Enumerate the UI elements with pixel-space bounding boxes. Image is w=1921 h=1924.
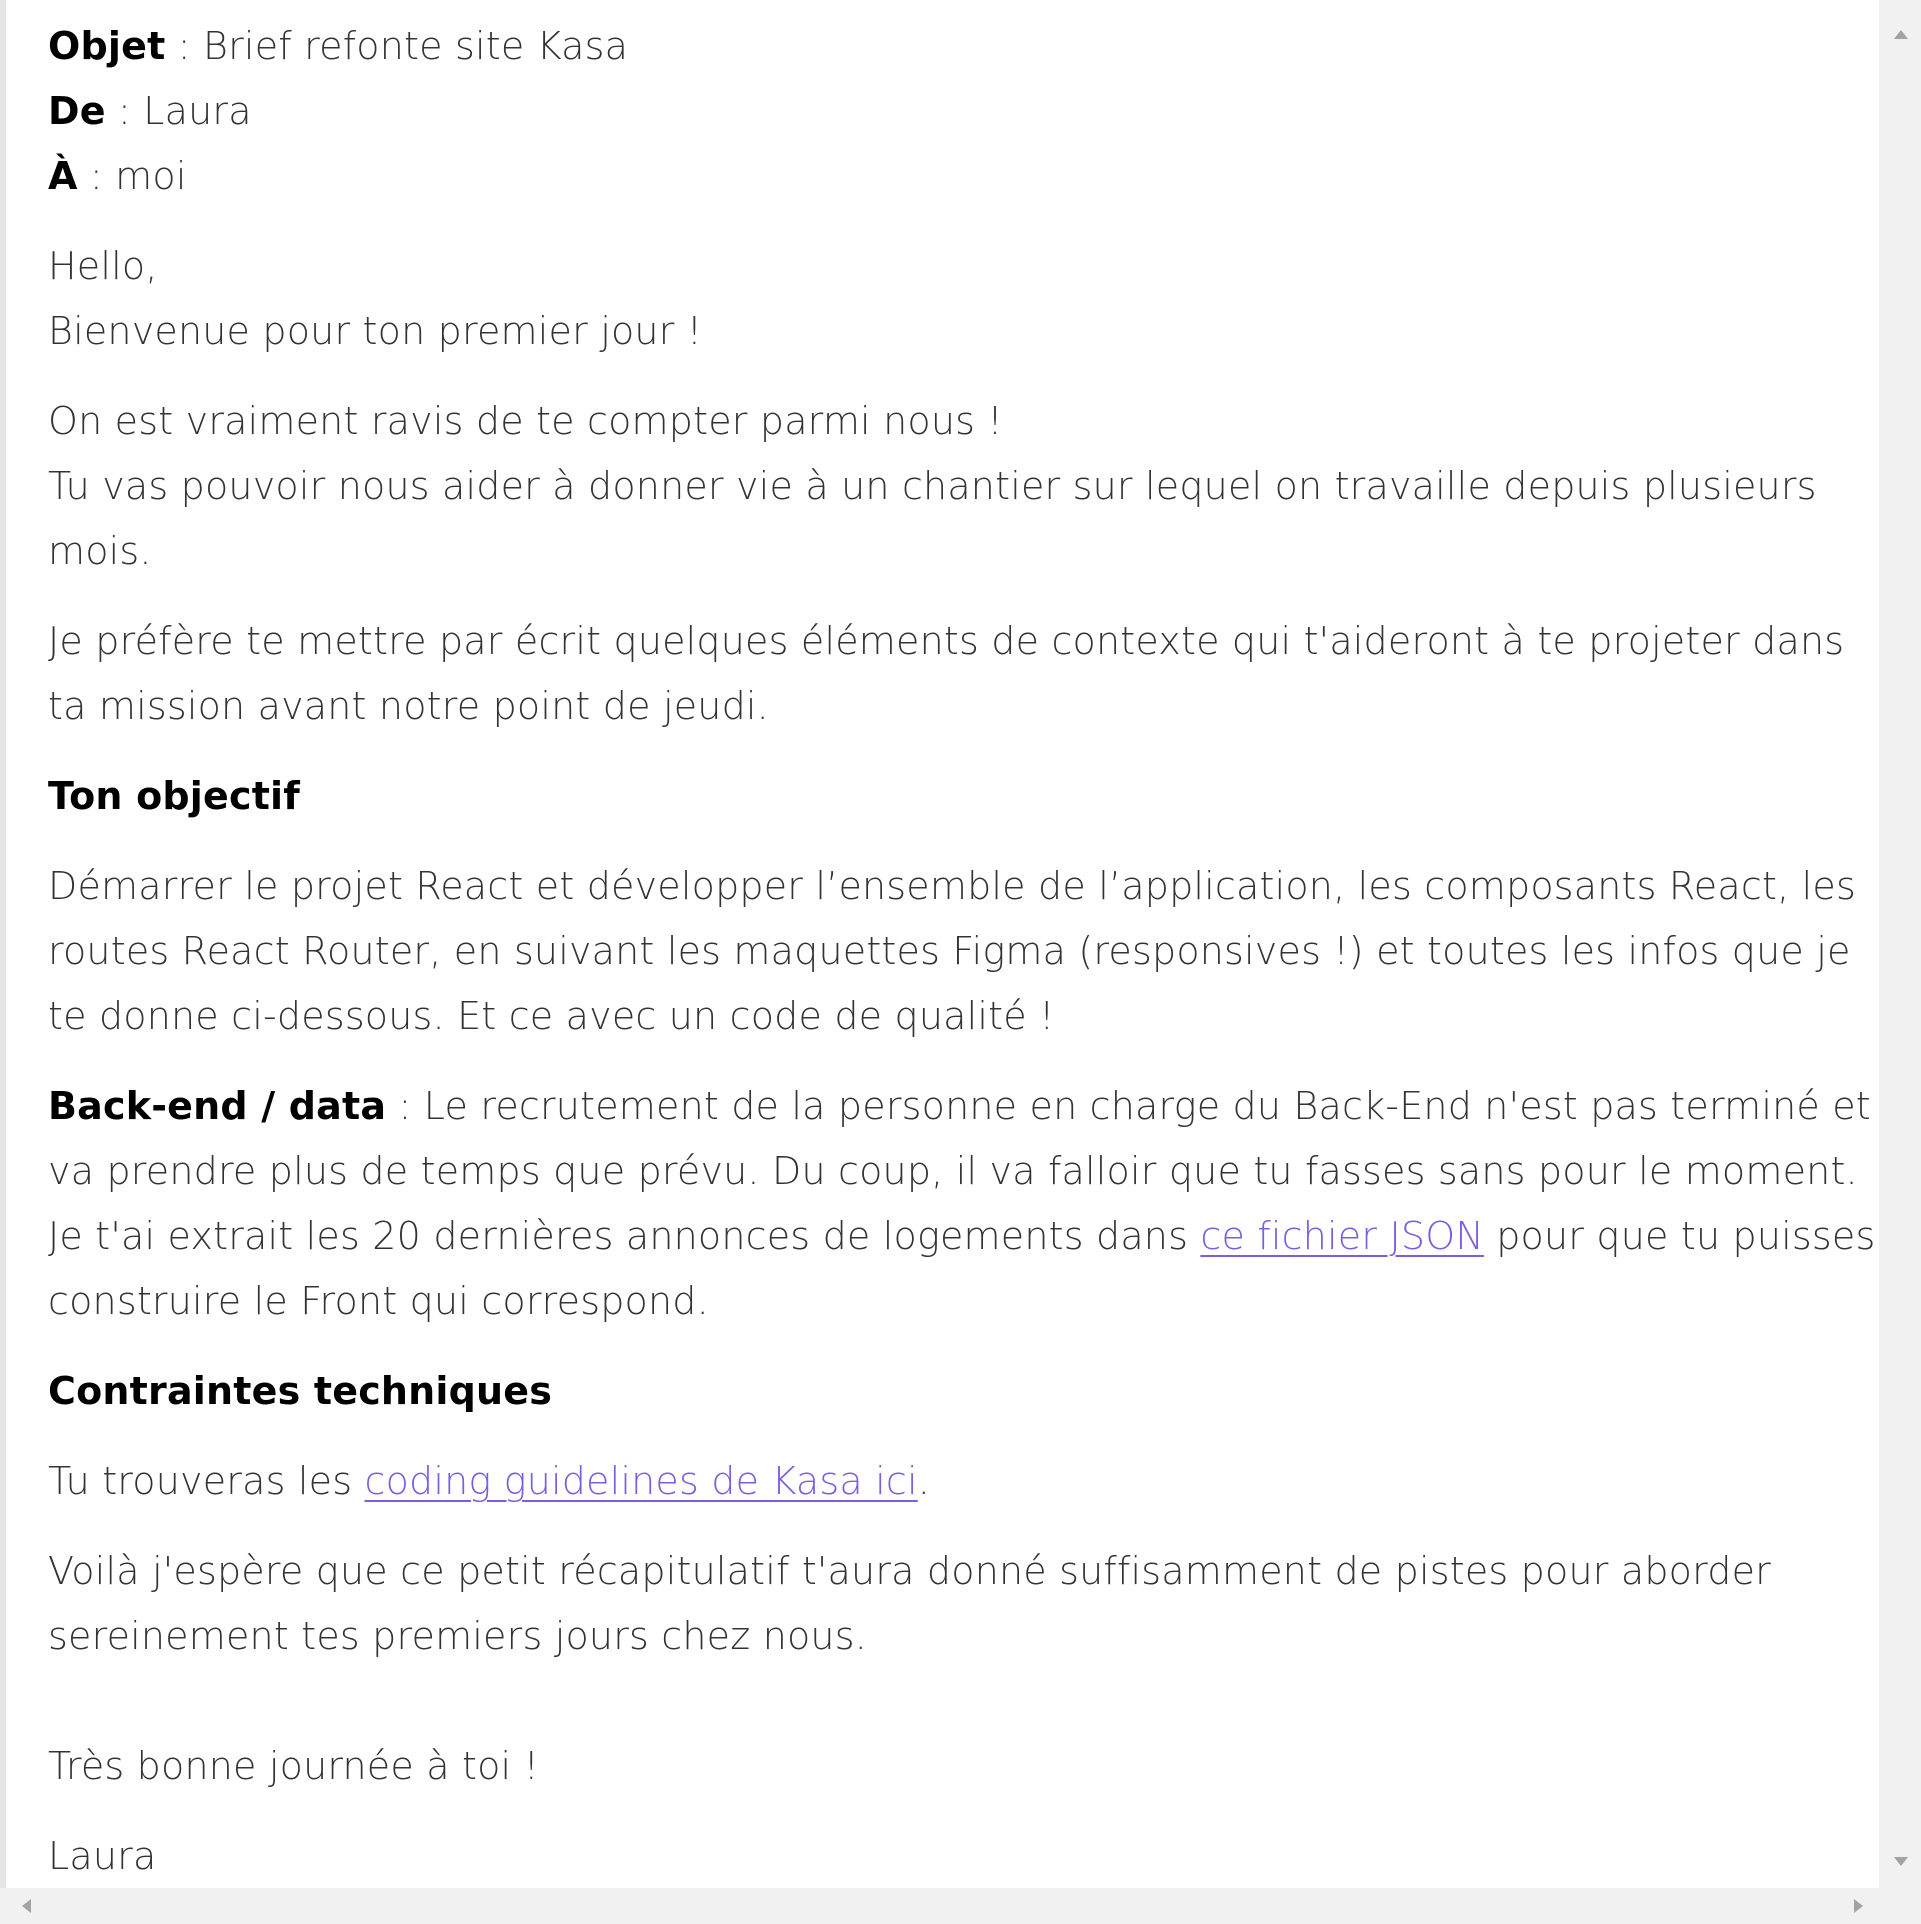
from-label: De — [48, 89, 106, 133]
backend-label: Back-end / data — [48, 1084, 387, 1128]
email-viewer: Objet : Brief refonte site Kasa De : Lau… — [0, 0, 1921, 1924]
subject-line: Objet : Brief refonte site Kasa — [48, 14, 1878, 79]
from-value: : Laura — [105, 89, 252, 133]
to-line: À : moi — [48, 144, 1878, 209]
scroll-left-arrow-icon[interactable] — [22, 1899, 31, 1913]
scroll-up-arrow-icon[interactable] — [1894, 30, 1908, 39]
to-label: À — [48, 154, 78, 198]
vertical-scrollbar[interactable] — [1879, 0, 1921, 1888]
subject-value: : Brief refonte site Kasa — [165, 24, 629, 68]
backend-paragraph: Back-end / data : Le recrutement de la p… — [48, 1074, 1878, 1334]
subject-label: Objet — [48, 24, 166, 68]
objective-heading: Ton objectif — [48, 774, 301, 818]
left-border — [0, 0, 6, 1888]
json-file-link[interactable]: ce fichier JSON — [1200, 1214, 1484, 1258]
intro-paragraph-1: On est vraiment ravis de te compter parm… — [48, 399, 1003, 443]
greeting-welcome: Bienvenue pour ton premier jour ! — [48, 309, 703, 353]
scroll-right-arrow-icon[interactable] — [1854, 1899, 1863, 1913]
email-content: Objet : Brief refonte site Kasa De : Lau… — [48, 14, 1878, 1914]
constraints-heading: Contraintes techniques — [48, 1369, 553, 1413]
scroll-down-arrow-icon[interactable] — [1894, 1857, 1908, 1866]
intro-paragraph-2: Tu vas pouvoir nous aider à donner vie à… — [48, 464, 1817, 573]
farewell-line: Très bonne journée à toi ! — [48, 1744, 540, 1788]
guidelines-paragraph: Tu trouveras les coding guidelines de Ka… — [48, 1449, 1878, 1514]
to-value: : moi — [77, 154, 187, 198]
signature: Laura — [48, 1834, 157, 1878]
horizontal-scrollbar[interactable] — [0, 1888, 1921, 1924]
guidelines-text-2: . — [917, 1459, 931, 1503]
from-line: De : Laura — [48, 79, 1878, 144]
context-paragraph: Je préfère te mettre par écrit quelques … — [48, 619, 1845, 728]
closing-paragraph: Voilà j'espère que ce petit récapitulati… — [48, 1549, 1771, 1658]
objective-paragraph: Démarrer le projet React et développer l… — [48, 864, 1856, 1038]
greeting-hello: Hello, — [48, 244, 158, 288]
coding-guidelines-link[interactable]: coding guidelines de Kasa ici — [365, 1459, 918, 1503]
guidelines-text-1: Tu trouveras les — [48, 1459, 365, 1503]
